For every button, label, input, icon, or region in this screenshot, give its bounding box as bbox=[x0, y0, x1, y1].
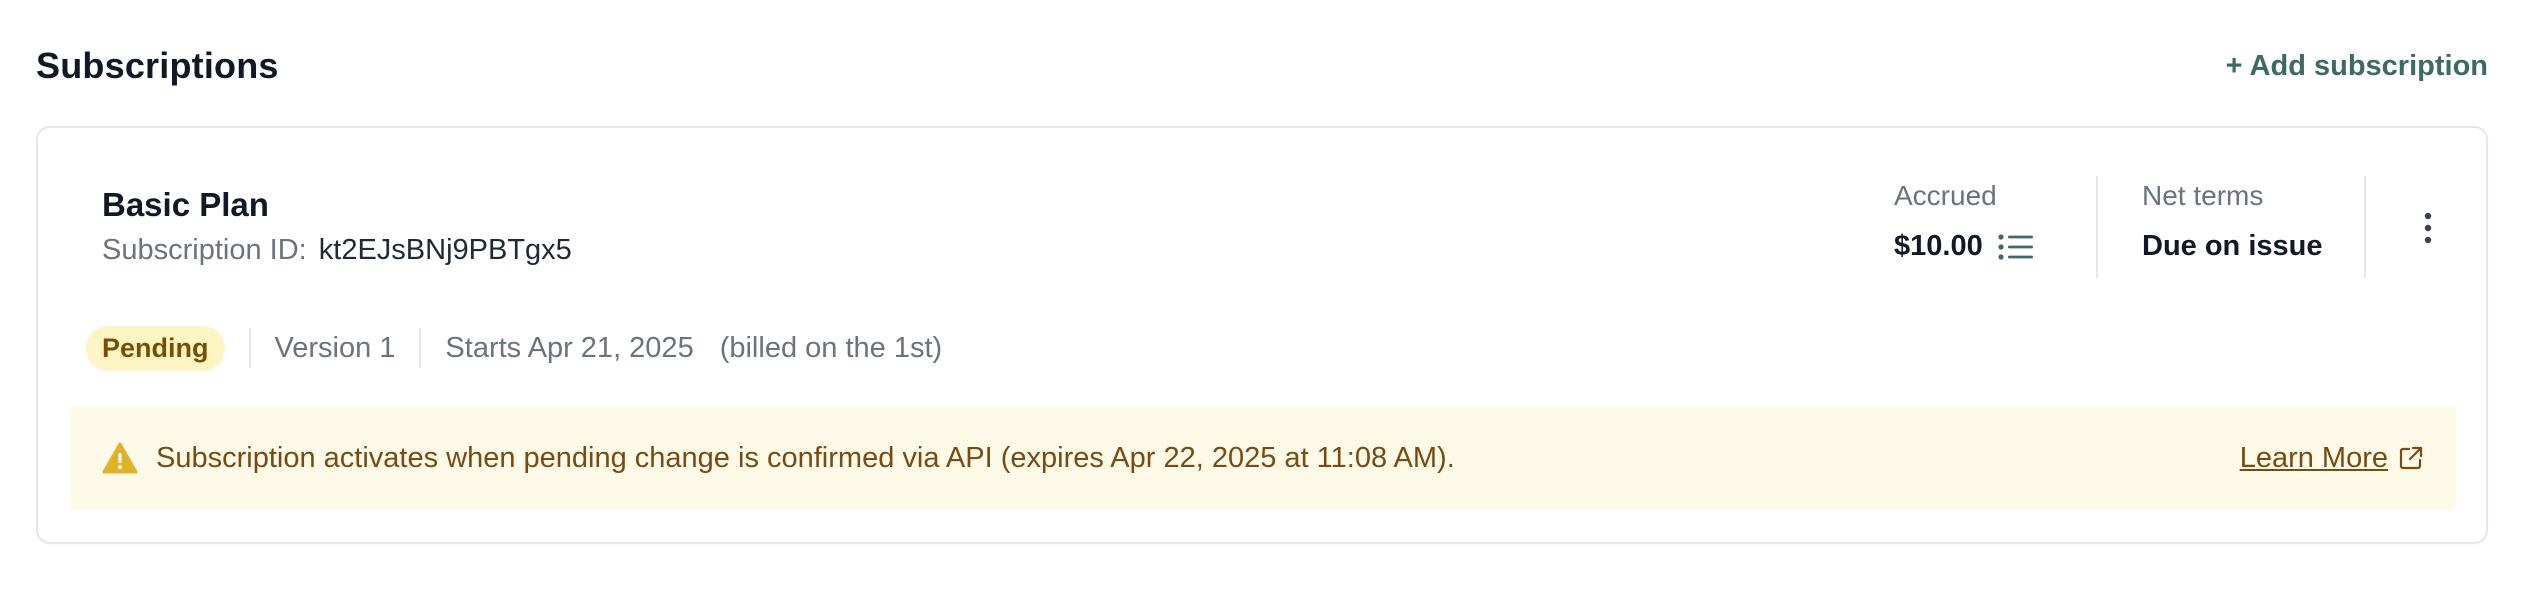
add-subscription-button[interactable]: + Add subscription bbox=[2226, 50, 2488, 83]
list-icon[interactable] bbox=[1997, 232, 2035, 262]
net-terms-metric: Net terms Due on issue bbox=[2142, 180, 2323, 263]
accrued-label: Accrued bbox=[1894, 180, 1997, 211]
subscription-id: Subscription ID: kt2EJsBNj9PBTgx5 bbox=[102, 234, 572, 267]
more-actions-button[interactable] bbox=[2408, 208, 2448, 248]
accrued-value-row: $10.00 bbox=[1894, 230, 2035, 263]
accrued-value: $10.00 bbox=[1894, 230, 1983, 262]
external-link-icon bbox=[2399, 446, 2423, 470]
metric-divider bbox=[2096, 176, 2098, 278]
version-label: Version 1 bbox=[274, 331, 396, 364]
subscriptions-page: Subscriptions + Add subscription Basic P… bbox=[0, 0, 2532, 592]
billing-note: (billed on the 1st) bbox=[719, 331, 943, 364]
net-terms-value: Due on issue bbox=[2142, 230, 2323, 262]
status-badge: Pending bbox=[86, 325, 225, 371]
pending-change-banner: Subscription activates when pending chan… bbox=[70, 406, 2456, 510]
subscription-card: Basic Plan Subscription ID: kt2EJsBNj9PB… bbox=[36, 126, 2488, 544]
learn-more-label: Learn More bbox=[2239, 441, 2388, 474]
warning-triangle-icon bbox=[102, 442, 138, 474]
meta-divider bbox=[419, 328, 422, 368]
section-header: Subscriptions + Add subscription bbox=[36, 40, 2488, 92]
kebab-menu-icon bbox=[2424, 212, 2432, 244]
start-date: Starts Apr 21, 2025 bbox=[445, 331, 694, 364]
banner-message: Subscription activates when pending chan… bbox=[156, 441, 1455, 474]
subscription-meta: Pending Version 1 Starts Apr 21, 2025 (b… bbox=[86, 324, 942, 372]
page-title: Subscriptions bbox=[36, 45, 279, 86]
subscription-id-label: Subscription ID: bbox=[102, 234, 307, 266]
learn-more-link[interactable]: Learn More bbox=[2240, 442, 2424, 475]
plan-name: Basic Plan bbox=[102, 186, 269, 223]
banner-message-group: Subscription activates when pending chan… bbox=[102, 442, 1455, 475]
net-terms-label: Net terms bbox=[2142, 180, 2264, 211]
subscription-id-value: kt2EJsBNj9PBTgx5 bbox=[318, 234, 572, 266]
metric-divider bbox=[2364, 176, 2366, 278]
accrued-metric: Accrued $10.00 bbox=[1894, 180, 2035, 263]
meta-divider bbox=[248, 328, 251, 368]
